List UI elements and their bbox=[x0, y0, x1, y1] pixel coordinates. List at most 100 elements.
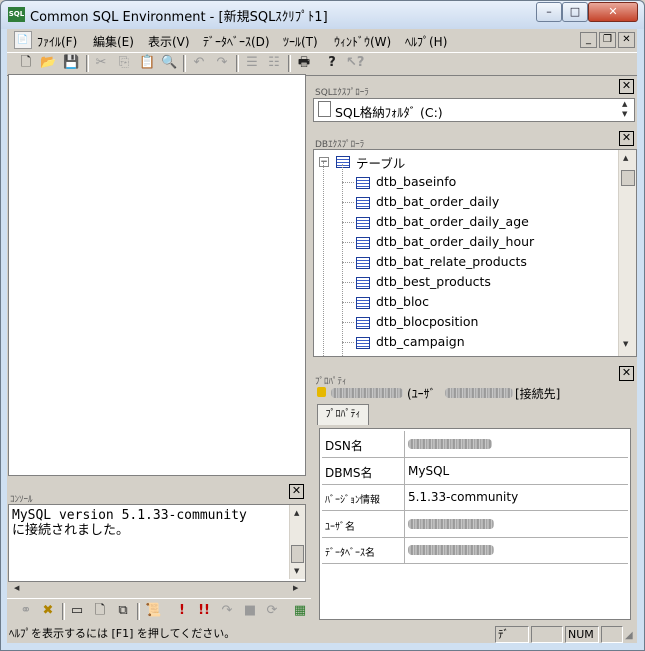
outdent-icon[interactable]: ☷ bbox=[266, 55, 282, 71]
paste-icon[interactable]: 📋 bbox=[139, 55, 155, 71]
property-row[interactable]: ﾕｰｻﾞ名 bbox=[322, 510, 628, 538]
indent-icon[interactable]: ☰ bbox=[244, 55, 260, 71]
undo-icon[interactable]: ↶ bbox=[191, 55, 207, 71]
window-icon[interactable]: ▭ bbox=[69, 603, 85, 619]
tile-icon[interactable]: ⧉ bbox=[115, 603, 131, 619]
menu-window[interactable]: ｳｨﾝﾄﾞｳ(W) bbox=[334, 33, 391, 50]
menu-tools[interactable]: ﾂｰﾙ(T) bbox=[283, 33, 318, 50]
property-row[interactable]: ﾃﾞｰﾀﾍﾞｰｽ名 bbox=[322, 537, 628, 564]
table-icon bbox=[356, 237, 370, 249]
save-icon[interactable]: 💾 bbox=[63, 55, 79, 71]
properties-title: ﾌﾟﾛﾊﾟﾃｨ bbox=[315, 377, 347, 387]
scroll-down-icon[interactable]: ▼ bbox=[622, 110, 627, 118]
minimize-button[interactable]: – bbox=[536, 2, 562, 22]
context-help-icon[interactable]: ↖? bbox=[346, 55, 364, 71]
property-divider bbox=[404, 537, 405, 563]
document-icon[interactable]: 📄 bbox=[14, 31, 32, 49]
status-message: ﾍﾙﾌﾟを表示するには [F1] を押してください。 bbox=[9, 627, 236, 640]
db-tree-scrollbar[interactable]: ▲ ▼ bbox=[618, 150, 636, 356]
table-icon bbox=[356, 277, 370, 289]
scroll-down-icon[interactable]: ▼ bbox=[623, 340, 628, 348]
mdi-close-button[interactable]: ✕ bbox=[618, 32, 635, 48]
table-label: dtb_bloc bbox=[376, 294, 429, 309]
property-row[interactable]: ﾊﾞｰｼﾞｮﾝ情報 5.1.33-community bbox=[322, 484, 628, 511]
console-scrollbar[interactable]: ▲ ▼ bbox=[289, 505, 305, 579]
console-line-1: MySQL version 5.1.33-community bbox=[12, 508, 247, 523]
execute-icon[interactable]: ! bbox=[174, 603, 190, 619]
property-row[interactable]: DSN名 bbox=[322, 431, 628, 458]
maximize-button[interactable]: □ bbox=[562, 2, 588, 22]
table-label: dtb_best_products bbox=[376, 274, 491, 289]
sql-editor[interactable] bbox=[8, 74, 306, 476]
toolbar-separator bbox=[62, 603, 65, 620]
mdi-restore-button[interactable]: ❐ bbox=[599, 32, 616, 48]
sql-folder-label[interactable]: SQL格納ﾌｫﾙﾀﾞ (C:) bbox=[335, 102, 443, 121]
table-label: dtb_baseinfo bbox=[376, 174, 457, 189]
stop-icon[interactable]: ■ bbox=[242, 603, 258, 619]
redo-icon[interactable]: ↷ bbox=[214, 55, 230, 71]
close-button[interactable]: ✕ bbox=[588, 2, 638, 22]
sql-explorer-close-button[interactable]: ✕ bbox=[619, 79, 634, 94]
execute-all-icon[interactable]: !! bbox=[196, 603, 212, 619]
copy-icon[interactable]: ⎘ bbox=[116, 55, 132, 71]
table-label: dtb_bat_order_daily_hour bbox=[376, 234, 535, 249]
mdi-minimize-button[interactable]: _ bbox=[580, 32, 597, 48]
scroll-up-icon[interactable]: ▲ bbox=[622, 100, 627, 108]
connect-icon[interactable]: ⚭ bbox=[18, 603, 34, 619]
table-label: dtb_bat_order_daily_age bbox=[376, 214, 529, 229]
new-file-icon[interactable]: 🗋 bbox=[18, 55, 34, 71]
find-icon[interactable]: 🔍 bbox=[161, 55, 177, 71]
property-key: ﾕｰｻﾞ名 bbox=[325, 521, 355, 533]
properties-close-button[interactable]: ✕ bbox=[619, 366, 634, 381]
database-icon bbox=[317, 387, 326, 397]
table-label: dtb_bat_relate_products bbox=[376, 254, 527, 269]
redacted-value bbox=[408, 518, 494, 529]
tree-guide-line bbox=[342, 222, 354, 223]
property-row[interactable]: DBMS名 MySQL bbox=[322, 457, 628, 485]
menu-database[interactable]: ﾃﾞｰﾀﾍﾞｰｽ(D) bbox=[203, 33, 270, 50]
db-tree[interactable]: − テーブル dtb_baseinfo dtb_bat_order_dailydt… bbox=[313, 149, 637, 357]
new-doc-icon[interactable]: 🗋 bbox=[92, 603, 108, 619]
tab-properties[interactable]: ﾌﾟﾛﾊﾟﾃｨ bbox=[317, 404, 369, 425]
scroll-right-icon[interactable]: ▶ bbox=[293, 584, 298, 592]
scroll-up-icon[interactable]: ▲ bbox=[623, 154, 628, 162]
scroll-thumb[interactable] bbox=[621, 170, 635, 186]
menu-help[interactable]: ﾍﾙﾌﾟ(H) bbox=[405, 33, 447, 50]
property-divider bbox=[404, 510, 405, 537]
scroll-thumb[interactable] bbox=[291, 545, 304, 563]
property-divider bbox=[404, 484, 405, 510]
resize-grip-icon[interactable]: ◢ bbox=[625, 630, 633, 641]
tree-guide-line bbox=[342, 282, 354, 283]
table-label: dtb_bat_order_daily bbox=[376, 194, 500, 209]
toolbar-separator bbox=[137, 603, 140, 620]
property-key: ﾃﾞｰﾀﾍﾞｰｽ名 bbox=[325, 548, 375, 559]
db-explorer-close-button[interactable]: ✕ bbox=[619, 131, 634, 146]
table-add-icon[interactable]: ▦ bbox=[292, 603, 308, 619]
property-key: DSN名 bbox=[325, 439, 363, 453]
console-close-button[interactable]: ✕ bbox=[289, 484, 304, 499]
scroll-left-icon[interactable]: ◀ bbox=[14, 584, 19, 592]
tree-guide-line bbox=[342, 202, 354, 203]
script-icon[interactable]: 📜 bbox=[145, 603, 161, 619]
table-icon bbox=[356, 217, 370, 229]
tree-guide-line bbox=[342, 262, 354, 263]
commit-icon[interactable]: ⟳ bbox=[264, 603, 280, 619]
menu-view[interactable]: 表示(V) bbox=[148, 33, 190, 50]
step-icon[interactable]: ↷ bbox=[219, 603, 235, 619]
collapse-icon[interactable]: − bbox=[319, 157, 329, 167]
menu-file[interactable]: ﾌｧｲﾙ(F) bbox=[37, 33, 77, 50]
table-icon bbox=[356, 317, 370, 329]
disconnect-icon[interactable]: ✖ bbox=[40, 603, 56, 619]
tree-root-label: テーブル bbox=[356, 156, 406, 171]
menu-edit[interactable]: 編集(E) bbox=[93, 33, 134, 50]
folder-file-icon bbox=[318, 101, 331, 117]
status-indicator-4 bbox=[601, 626, 623, 643]
cut-icon[interactable]: ✂ bbox=[93, 55, 109, 71]
open-folder-icon[interactable]: 📂 bbox=[40, 55, 56, 71]
help-icon[interactable]: ? bbox=[324, 55, 340, 71]
redacted-value bbox=[408, 545, 494, 555]
app-icon: SQL bbox=[8, 7, 25, 22]
scroll-up-icon[interactable]: ▲ bbox=[294, 509, 299, 517]
print-icon[interactable]: 🖶 bbox=[296, 55, 312, 71]
scroll-down-icon[interactable]: ▼ bbox=[294, 567, 299, 575]
